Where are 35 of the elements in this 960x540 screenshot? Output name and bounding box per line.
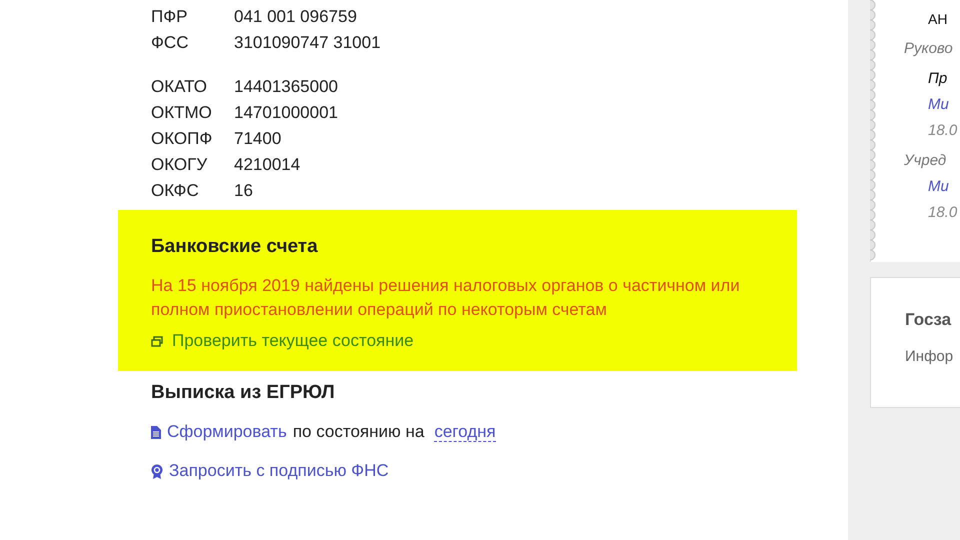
windows-icon	[151, 336, 163, 346]
check-status-link[interactable]: Проверить текущее состояние	[151, 329, 414, 353]
code-value: 16	[234, 181, 254, 201]
card-date: 18.0	[928, 121, 958, 141]
award-icon	[151, 464, 163, 478]
code-label: ОКАТО	[151, 77, 208, 97]
card-name: АН	[928, 10, 948, 29]
card-date: 18.0	[928, 203, 958, 223]
code-value: 14401365000	[234, 77, 340, 97]
card-link[interactable]: Ми	[928, 174, 960, 200]
card-role: Пр	[928, 69, 948, 89]
as-of-text: по состоянию на	[292, 421, 424, 443]
section-title: Банковские счета	[151, 235, 319, 259]
code-label: ОКФС	[151, 181, 200, 201]
code-label: ОКОПФ	[151, 129, 214, 149]
document-icon	[151, 426, 161, 438]
card-link[interactable]: Ми	[928, 92, 960, 118]
signed-request-link[interactable]: Запросить с подписью ФНС	[169, 459, 389, 483]
card-heading: Руково	[904, 39, 954, 59]
code-label: ОКОГУ	[151, 155, 208, 175]
card-heading: Учред	[904, 151, 948, 171]
generate-link[interactable]: Сформировать	[167, 420, 287, 444]
warning-text: На 15 ноября 2019 найдены решения налоговых органов о частичном или полном приостановлении операций по некоторым счетам	[151, 275, 741, 321]
code-value: 3101090747 31001	[234, 33, 382, 53]
code-value: 14701000001	[234, 103, 340, 123]
code-value: 041 001 096759	[234, 7, 358, 27]
section-title: Выписка из ЕГРЮЛ	[151, 381, 336, 405]
code-label: ФСС	[151, 33, 190, 53]
code-label: ПФР	[151, 7, 188, 27]
code-value: 4210014	[234, 155, 302, 175]
code-value: 71400	[234, 129, 282, 149]
date-link[interactable]: сегодня	[434, 422, 496, 442]
code-label: ОКТМО	[151, 103, 213, 123]
card-text: Инфор	[905, 348, 954, 365]
card-title: Госза	[905, 310, 952, 330]
